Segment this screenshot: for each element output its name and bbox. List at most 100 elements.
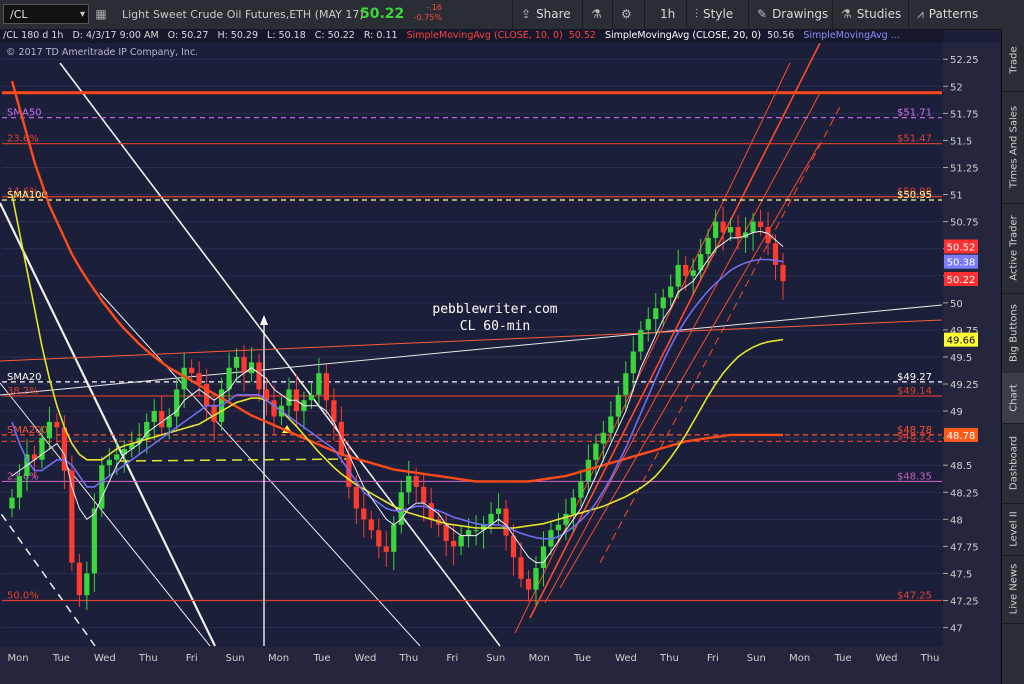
candle-body <box>233 356 240 368</box>
candle-body <box>503 508 509 536</box>
candle-body <box>563 513 569 525</box>
level-value: $51.47 <box>897 134 932 145</box>
patterns-button[interactable]: ⩘ Patterns <box>908 0 1001 29</box>
sidebar-tab-big-buttons[interactable]: Big Buttons <box>1002 293 1024 374</box>
patterns-icon: ⩘ <box>917 7 924 21</box>
sidebar-tab-dashboard[interactable]: Dashboard <box>1002 423 1024 504</box>
last-price: 50.22 <box>360 6 405 22</box>
x-tick-label: Sun <box>226 653 245 664</box>
price-change-abs: -.16 <box>426 3 442 12</box>
candle-body <box>84 573 90 596</box>
chart-plot-area[interactable]: 4747.2547.547.754848.2548.548.754949.254… <box>0 43 1000 684</box>
candle-body <box>638 329 644 352</box>
drawings-button[interactable]: ✎ Drawings <box>748 0 832 29</box>
x-tick-label: Tue <box>834 653 852 664</box>
candle-body <box>316 373 322 395</box>
price-change-pct: -0.75% <box>413 13 442 22</box>
candle-body <box>683 264 689 276</box>
candle-body <box>750 221 756 233</box>
flask-button[interactable]: ⚗ <box>582 0 612 29</box>
candle-body <box>443 524 449 541</box>
sidebar-tab-times-and-sales[interactable]: Times And Sales <box>1002 91 1024 204</box>
y-tick-label: 48.5 <box>950 461 972 472</box>
chart-style-icon: ⫶ <box>695 7 699 21</box>
sidebar-tab-trade[interactable]: Trade <box>1002 29 1024 92</box>
plot-background <box>0 43 1000 684</box>
candle-body <box>106 459 112 466</box>
candle-body <box>368 519 374 531</box>
sidebar-tab-label: Times And Sales <box>1008 105 1019 189</box>
candle-body <box>660 297 666 309</box>
timeframe-button[interactable]: 1h <box>644 0 686 29</box>
info-sma-more[interactable]: SimpleMovingAvg ... <box>803 30 899 41</box>
y-tick-label: 51.25 <box>950 163 979 174</box>
info-sma20[interactable]: SimpleMovingAvg (CLOSE, 20, 0) <box>605 30 761 41</box>
candle-body <box>623 373 629 395</box>
top-toolbar: /CL ▾ ▦ Light Sweet Crude Oil Futures,ET… <box>0 0 1024 30</box>
chevron-down-icon: ▾ <box>79 9 85 20</box>
candle-body <box>458 535 464 547</box>
info-close: C: 50.22 <box>314 30 355 41</box>
info-sma10[interactable]: SimpleMovingAvg (CLOSE, 10, 0) <box>407 30 563 41</box>
settings-button[interactable]: ⚙ <box>612 0 644 29</box>
chart-app: /CL ▾ ▦ Light Sweet Crude Oil Futures,ET… <box>0 0 1024 684</box>
timeframe-label: 1h <box>660 7 676 21</box>
pencil-icon: ✎ <box>757 7 768 21</box>
level-name: SMA20 <box>7 372 42 383</box>
level-name: 50.0% <box>7 591 39 602</box>
symbol-selector[interactable]: /CL ▾ <box>3 4 89 24</box>
x-tick-label: Fri <box>446 653 458 664</box>
price-tag-label: 50.22 <box>947 275 976 286</box>
level-name: SMA50 <box>7 108 42 119</box>
candle-body <box>473 530 479 532</box>
candle-body <box>189 367 195 374</box>
candle-body <box>555 524 562 531</box>
x-tick-label: Tue <box>573 653 591 664</box>
level-value: $47.25 <box>897 591 932 602</box>
candle-body <box>593 443 599 460</box>
candle-body <box>451 540 457 547</box>
candle-body <box>353 486 359 509</box>
x-tick-label: Thu <box>659 653 679 664</box>
price-tag-label: 50.38 <box>947 258 976 269</box>
candle-body <box>540 546 547 569</box>
candle-body <box>608 416 614 433</box>
candle-body <box>69 470 75 563</box>
sidebar-tab-active-trader[interactable]: Active Trader <box>1002 203 1024 294</box>
candle-body <box>54 421 60 428</box>
studies-label: Studies <box>856 7 902 21</box>
x-tick-label: Sun <box>486 653 505 664</box>
candle-body <box>383 546 389 552</box>
y-tick-label: 52 <box>950 82 963 93</box>
candle-body <box>406 476 412 493</box>
sidebar-tab-live-news[interactable]: Live News <box>1002 555 1024 624</box>
style-button[interactable]: ⫶ Style <box>686 0 748 29</box>
instrument-description: Light Sweet Crude Oil Futures,ETH (MAY 1… <box>122 8 364 21</box>
candle-body <box>645 319 651 330</box>
candle-body <box>9 497 15 509</box>
studies-button[interactable]: ⚗ Studies <box>832 0 908 29</box>
sidebar-tab-label: Active Trader <box>1008 215 1019 281</box>
candle-body <box>391 524 397 552</box>
candle-body <box>16 476 23 498</box>
candle-body <box>114 454 120 460</box>
price-chart[interactable]: 4747.2547.547.754848.2548.548.754949.254… <box>0 43 1000 684</box>
sidebar-tab-chart[interactable]: Chart <box>1002 373 1024 424</box>
y-tick-label: 50 <box>950 299 963 310</box>
y-tick-label: 49.5 <box>950 353 972 364</box>
share-icon: ⇪ <box>521 7 532 21</box>
candle-body <box>465 530 472 536</box>
candle-body <box>533 568 539 590</box>
candle-body <box>713 221 719 238</box>
gear-icon: ⚙ <box>621 7 632 21</box>
candle-body <box>705 237 711 255</box>
candle-body <box>615 394 621 417</box>
grid-icon[interactable]: ▦ <box>92 5 110 23</box>
share-button[interactable]: ⇪ Share <box>512 0 582 29</box>
drawings-label: Drawings <box>772 7 829 21</box>
x-tick-label: Mon <box>529 653 550 664</box>
sidebar-tab-level-ii[interactable]: Level II <box>1002 503 1024 556</box>
y-tick-label: 51.5 <box>950 136 972 147</box>
level-value: $51.71 <box>897 108 932 119</box>
patterns-label: Patterns <box>928 7 979 21</box>
